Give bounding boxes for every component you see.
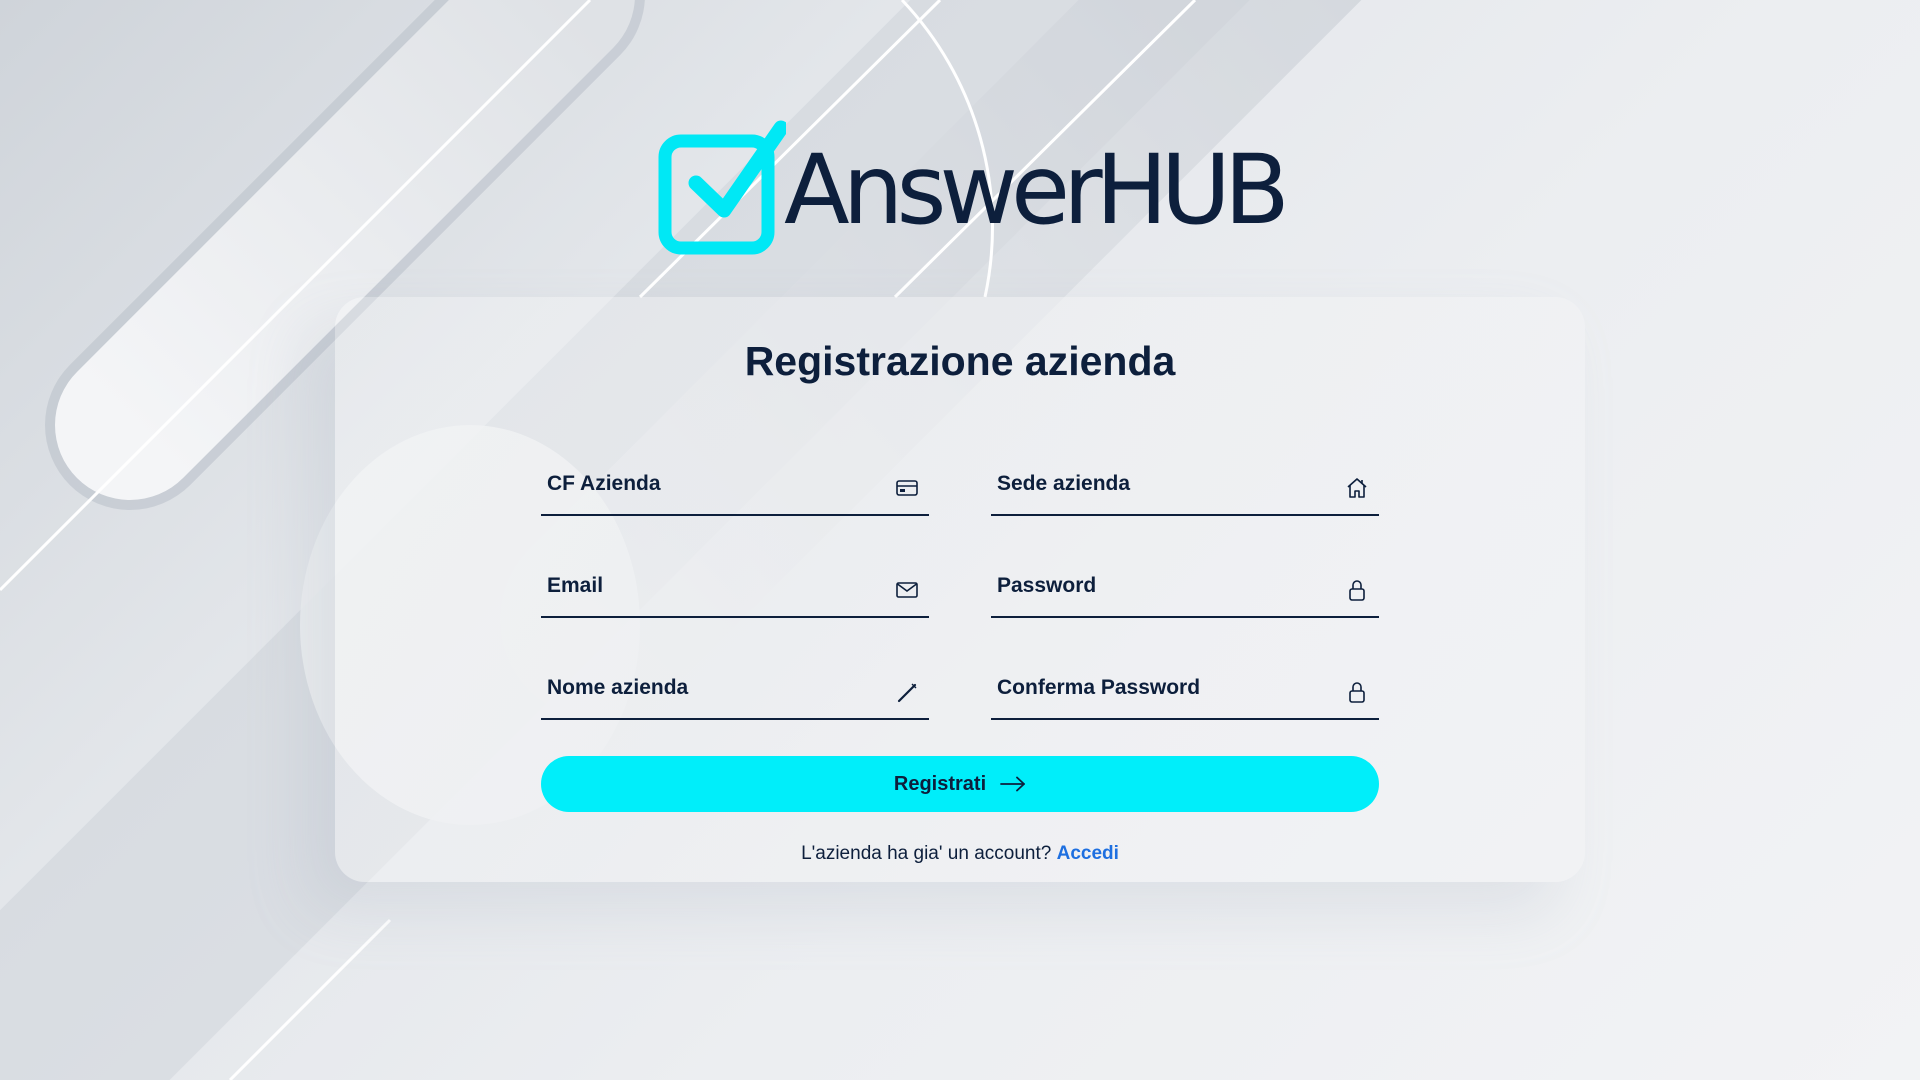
register-button[interactable]: Registrati bbox=[541, 756, 1379, 812]
credit-card-icon bbox=[896, 480, 918, 496]
lock-icon bbox=[1349, 580, 1365, 601]
mail-icon bbox=[896, 582, 918, 598]
home-icon bbox=[1347, 478, 1367, 498]
brand-name: AnswerHUB bbox=[784, 134, 1290, 246]
password-input[interactable] bbox=[991, 560, 1337, 612]
password-field[interactable] bbox=[991, 560, 1379, 618]
email-input[interactable] bbox=[541, 560, 887, 612]
sede-azienda-field[interactable] bbox=[991, 458, 1379, 516]
login-prompt: L'azienda ha gia' un account? Accedi bbox=[0, 843, 1920, 865]
login-link[interactable]: Accedi bbox=[1057, 843, 1119, 864]
email-field[interactable] bbox=[541, 560, 929, 618]
nome-azienda-input[interactable] bbox=[541, 662, 887, 714]
arrow-right-icon bbox=[1000, 776, 1026, 792]
nome-azienda-field[interactable] bbox=[541, 662, 929, 720]
lock-icon bbox=[1349, 682, 1365, 703]
sede-azienda-input[interactable] bbox=[991, 458, 1337, 510]
form-title: Registrazione azienda bbox=[744, 338, 1176, 384]
conferma-password-field[interactable] bbox=[991, 662, 1379, 720]
brand-logo: AnswerHUB bbox=[656, 118, 1290, 258]
cf-azienda-input[interactable] bbox=[541, 458, 887, 510]
login-prompt-text: L'azienda ha gia' un account? bbox=[801, 843, 1052, 864]
cf-azienda-field[interactable] bbox=[541, 458, 929, 516]
conferma-password-input[interactable] bbox=[991, 662, 1337, 714]
checkbox-logo-icon bbox=[658, 120, 786, 255]
register-button-label: Registrati bbox=[893, 772, 987, 795]
pencil-icon bbox=[897, 683, 917, 703]
